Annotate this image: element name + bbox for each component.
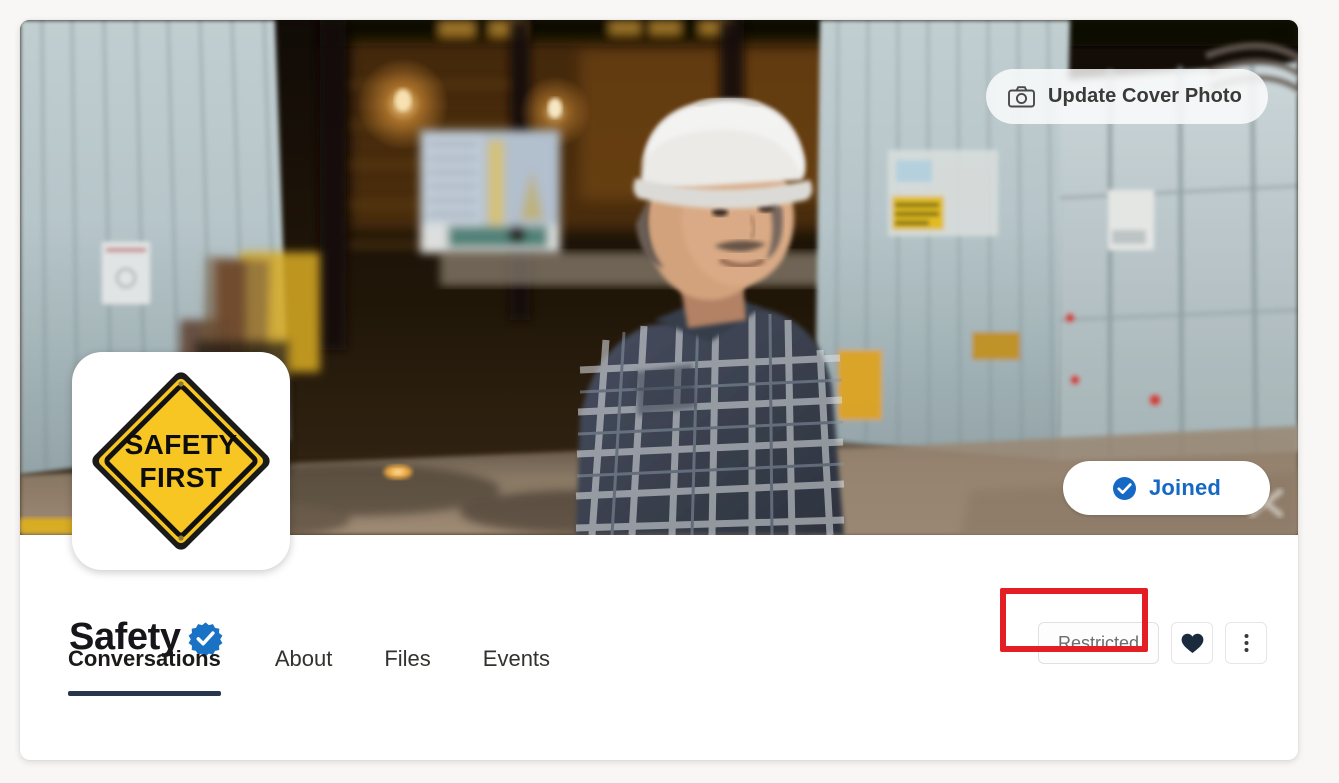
tab-files[interactable]: Files [358, 623, 456, 695]
restricted-button[interactable]: Restricted [1038, 622, 1159, 664]
safety-first-sign-icon: SAFETY FIRST [88, 368, 274, 554]
camera-icon [1008, 86, 1035, 108]
avatar-text-line2: FIRST [140, 462, 223, 493]
joined-button[interactable]: Joined [1063, 461, 1270, 515]
community-tabs: Conversations About Files Events [68, 619, 576, 695]
joined-label: Joined [1149, 475, 1221, 501]
heart-icon [1181, 633, 1204, 654]
favorite-button[interactable] [1171, 622, 1213, 664]
more-vertical-icon [1244, 633, 1249, 653]
avatar-text-line1: SAFETY [125, 429, 238, 460]
more-options-button[interactable] [1225, 622, 1267, 664]
update-cover-photo-label: Update Cover Photo [1048, 85, 1242, 108]
tab-about[interactable]: About [249, 623, 359, 695]
check-circle-icon [1112, 476, 1137, 501]
tab-conversations[interactable]: Conversations [68, 623, 249, 695]
tab-events[interactable]: Events [457, 623, 576, 695]
community-page: Update Cover Photo Joined [0, 0, 1339, 783]
update-cover-photo-button[interactable]: Update Cover Photo [986, 69, 1268, 124]
community-card: Update Cover Photo Joined [20, 20, 1298, 760]
community-actions: Restricted [1038, 622, 1267, 664]
community-avatar[interactable]: SAFETY FIRST [72, 352, 290, 570]
